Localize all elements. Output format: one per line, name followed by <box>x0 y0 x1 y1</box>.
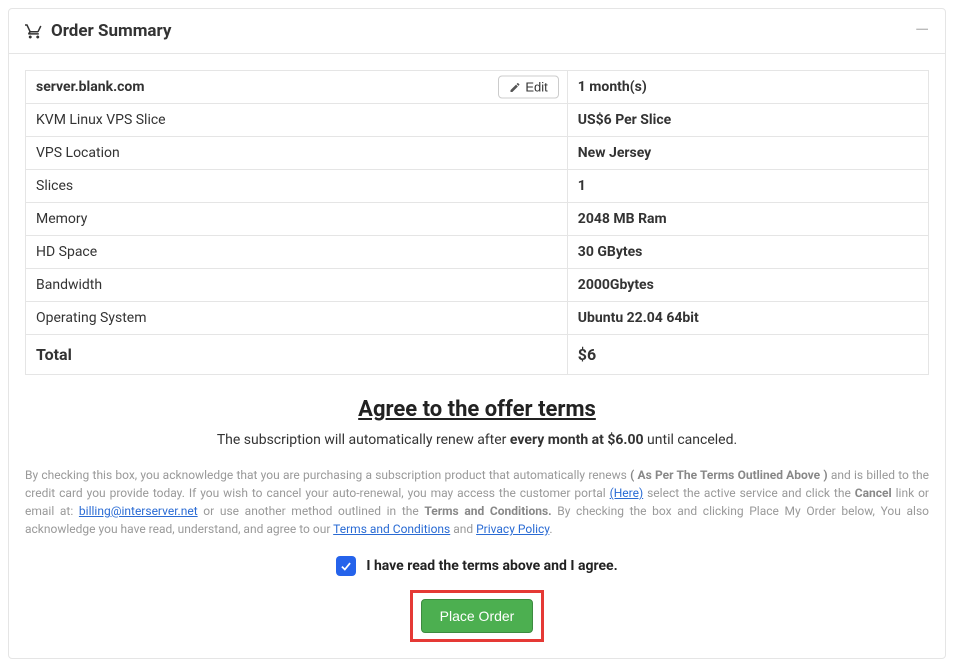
order-table: server.blank.com Edit 1 month(s) KVM Lin… <box>25 70 929 375</box>
agree-label: I have read the terms above and I agree. <box>366 558 617 574</box>
card-header: Order Summary — <box>9 9 945 54</box>
place-order-highlight: Place Order <box>410 590 545 642</box>
checkmark-icon <box>339 559 353 573</box>
email-link[interactable]: billing@interserver.net <box>79 504 198 518</box>
table-row-total: Total $6 <box>26 335 929 375</box>
agree-checkbox[interactable] <box>336 556 356 576</box>
total-value: $6 <box>567 335 928 375</box>
duration-value: 1 month(s) <box>567 71 928 104</box>
table-row-hostname: server.blank.com Edit 1 month(s) <box>26 71 929 104</box>
terms-link[interactable]: Terms and Conditions <box>333 522 450 536</box>
portal-link[interactable]: (Here) <box>610 486 644 500</box>
card-body: server.blank.com Edit 1 month(s) KVM Lin… <box>9 54 945 658</box>
table-row: HD Space30 GBytes <box>26 236 929 269</box>
privacy-link[interactable]: Privacy Policy <box>476 522 549 536</box>
terms-section: Agree to the offer terms The subscriptio… <box>25 397 929 642</box>
cart-icon <box>25 22 43 40</box>
order-summary-card: Order Summary — server.blank.com Edit 1 … <box>8 8 946 659</box>
table-row: Bandwidth2000Gbytes <box>26 269 929 302</box>
terms-heading: Agree to the offer terms <box>25 397 929 422</box>
edit-button[interactable]: Edit <box>498 76 558 99</box>
page-title: Order Summary <box>51 21 171 41</box>
card-title: Order Summary <box>25 21 171 41</box>
table-row: VPS LocationNew Jersey <box>26 137 929 170</box>
hostname-value: server.blank.com <box>36 79 144 95</box>
collapse-icon[interactable]: — <box>915 22 929 40</box>
total-label: Total <box>26 335 568 375</box>
table-row: Operating SystemUbuntu 22.04 64bit <box>26 302 929 335</box>
table-row: Slices1 <box>26 170 929 203</box>
pencil-icon <box>509 81 521 93</box>
terms-subtext: The subscription will automatically rene… <box>25 432 929 448</box>
place-order-button[interactable]: Place Order <box>421 599 534 633</box>
edit-label: Edit <box>525 80 547 95</box>
agree-row: I have read the terms above and I agree. <box>25 556 929 576</box>
fine-print: By checking this box, you acknowledge th… <box>25 466 929 538</box>
table-row: Memory2048 MB Ram <box>26 203 929 236</box>
table-row: KVM Linux VPS SliceUS$6 Per Slice <box>26 104 929 137</box>
